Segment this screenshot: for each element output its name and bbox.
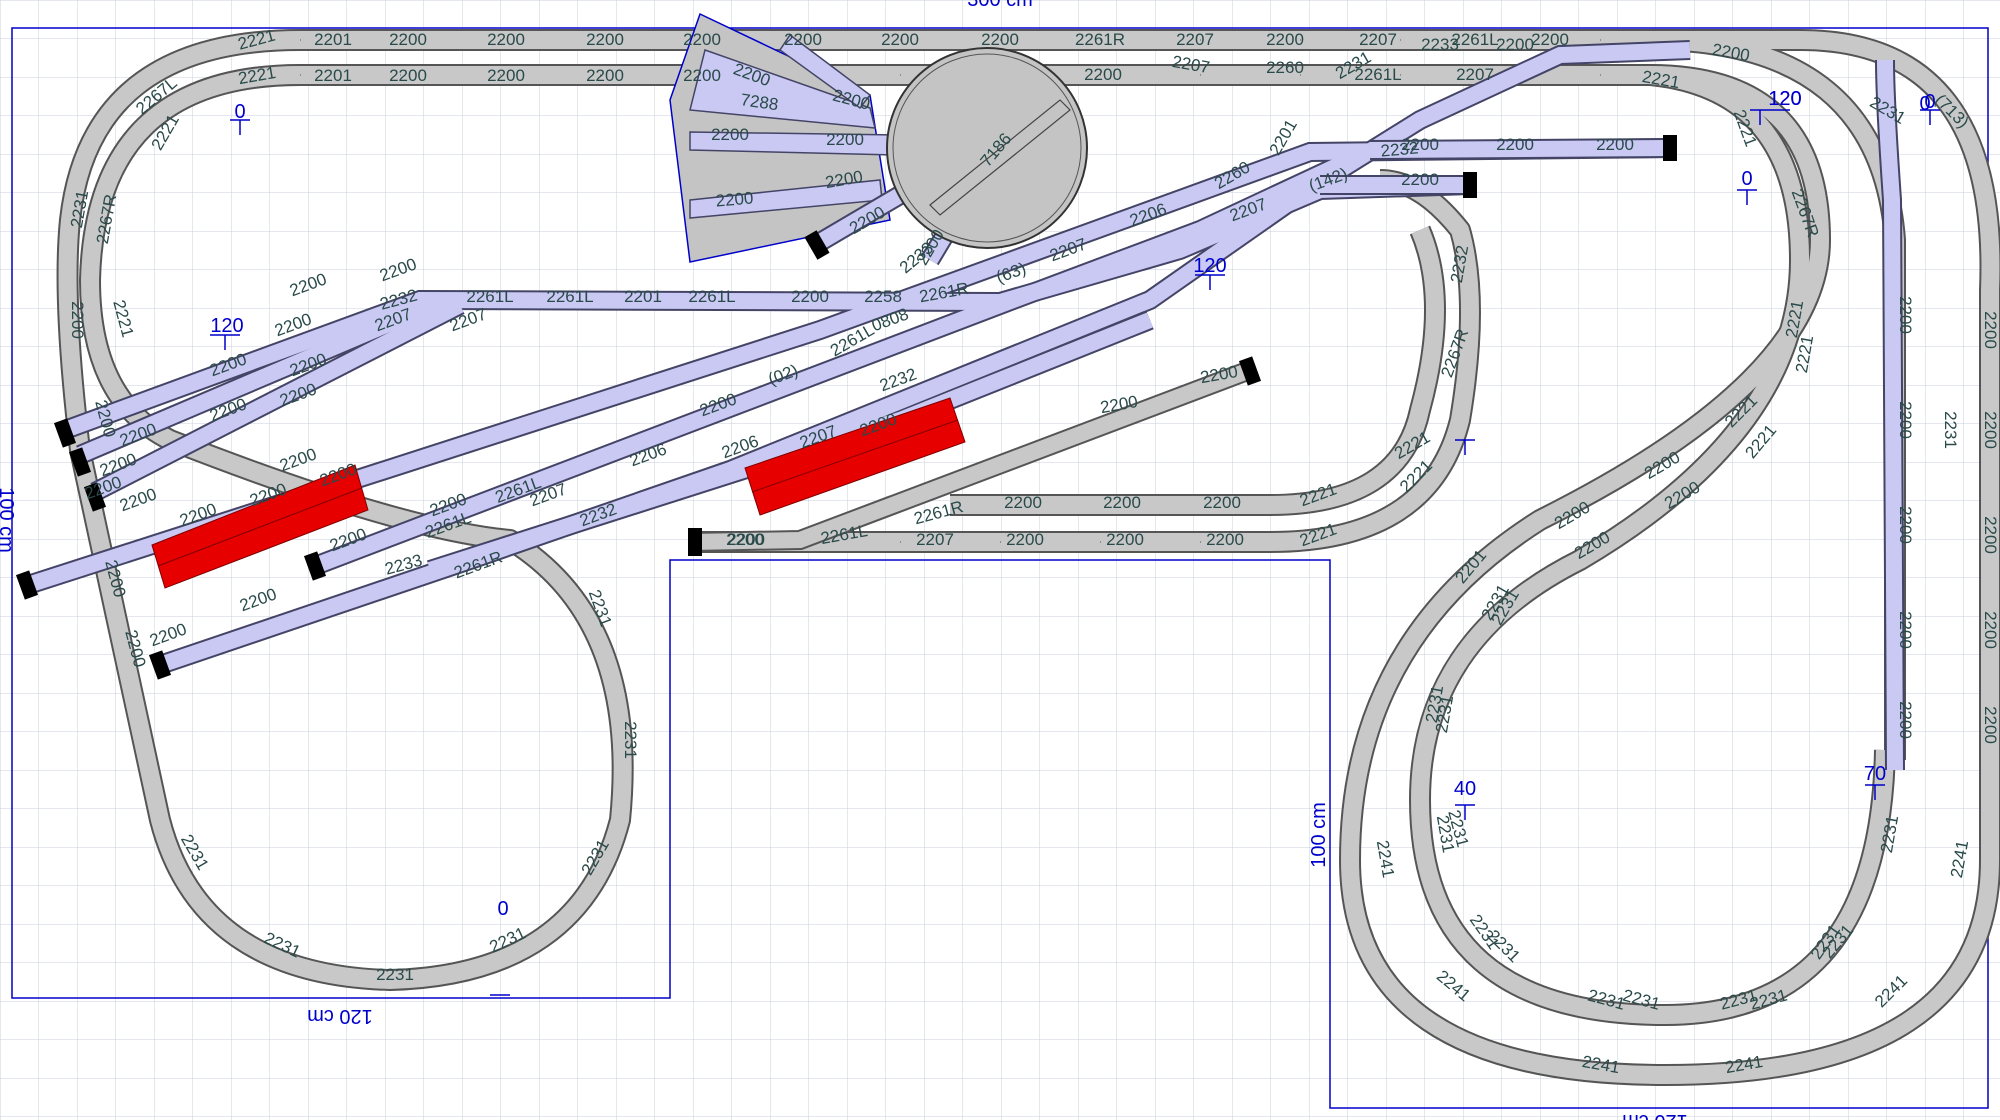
track-part-label: 2200 (826, 130, 864, 149)
track-part-label: 2231 (621, 721, 640, 759)
track-part-label: 2231 (1941, 411, 1960, 449)
track-part-label: 2200 (1981, 516, 2000, 554)
track-part-label: 2200 (586, 66, 624, 85)
track-part-label: 2261R (1075, 30, 1125, 49)
track-part-label: 2200 (1896, 401, 1915, 439)
track-part-label: 2200 (791, 287, 829, 306)
track-part-label: 2200 (1531, 30, 1569, 49)
height-marker: 0 (497, 898, 508, 920)
track-part-label: 2207 (916, 530, 954, 549)
track-part-label: 2200 (487, 30, 525, 49)
track-part-label: 2200 (711, 125, 749, 144)
track-part-label: 2200 (1496, 135, 1534, 154)
track-part-label: 2207 (1176, 30, 1214, 49)
track-part-label: 2200 (1896, 296, 1915, 334)
height-marker: 120 (1193, 255, 1226, 277)
height-marker: 0 (1919, 93, 1930, 115)
track-part-label: 2200 (981, 30, 1019, 49)
track-part-label: 2200 (586, 30, 624, 49)
height-marker: 0 (1741, 168, 1752, 190)
track-part-label: 2200 (1206, 530, 1244, 549)
track-part-label: 2200 (1203, 493, 1241, 512)
track-part-label: 2200 (1896, 611, 1915, 649)
dimension-top: 300 cm (967, 0, 1033, 11)
track-part-label: 2200 (1981, 611, 2000, 649)
track-part-label: 2200 (1596, 135, 1634, 154)
buffer-stop (1663, 135, 1677, 161)
track-part-label: 2261L (546, 287, 593, 306)
track-part-label: 2207 (1359, 30, 1397, 49)
track-part-label: 2260 (1266, 58, 1304, 77)
track-part-label: 2200 (1006, 530, 1044, 549)
track-part-label: 2200 (1896, 506, 1915, 544)
height-marker: 120 (1768, 88, 1801, 110)
track-part-label: 2200 (683, 30, 721, 49)
track-part-label: 2200 (1981, 311, 2000, 349)
height-marker: 70 (1864, 763, 1886, 785)
track-part-label: 2200 (1401, 170, 1439, 189)
track-part-label: 2201 (624, 287, 662, 306)
dimension-left: 100 cm (0, 487, 17, 553)
track-part-label: 2201 (314, 66, 352, 85)
track-part-label: 2200 (1401, 135, 1439, 154)
buffer-stop (688, 528, 702, 556)
track-part-label: 2200 (881, 30, 919, 49)
buffer-stop (1463, 172, 1477, 198)
track-part-label: 2200 (1496, 35, 1534, 54)
track-part-label: 2207 (1456, 65, 1494, 84)
dimension-inner: 100 cm (1308, 802, 1330, 868)
height-marker: 120 (210, 315, 243, 337)
turntable: 7186 (886, 47, 1088, 249)
track-part-label: 2200 (784, 30, 822, 49)
track-part-label: 2201 (314, 30, 352, 49)
track-part-label: 2200 (389, 66, 427, 85)
track-part-label: 2200 (726, 530, 764, 549)
track-part-label: 2233 (1421, 35, 1459, 54)
track-part-label: 2200 (1266, 30, 1304, 49)
dimension-bottom-right: 120 cm (1622, 1110, 1688, 1120)
track-part-label: 2200 (683, 66, 721, 85)
track-part-label: 2200 (68, 301, 87, 339)
track-part-label: 2200 (487, 66, 525, 85)
track-part-label: 2200 (715, 188, 754, 210)
track-part-label: 2200 (1084, 65, 1122, 84)
track-plan-canvas: 300 cm 100 cm 200 cm 120 cm 120 cm 100 c… (0, 0, 2000, 1120)
track-part-label: 2200 (1106, 530, 1144, 549)
track-part-label: 2258 (864, 287, 902, 306)
track-part-label: 2200 (1004, 493, 1042, 512)
track-part-label: 2261L (688, 287, 735, 306)
track-part-label: 2231 (376, 965, 414, 984)
dimension-bottom-left: 120 cm (307, 1005, 373, 1027)
track-part-label: 2200 (1896, 701, 1915, 739)
track-part-label: 2200 (1981, 411, 2000, 449)
track-part-label: 2200 (389, 30, 427, 49)
height-marker: 0 (234, 101, 245, 123)
height-marker: 40 (1454, 778, 1476, 800)
track-part-label: 2261L (466, 287, 513, 306)
track-part-label: 2200 (1981, 706, 2000, 744)
track-part-label: 2200 (1103, 493, 1141, 512)
